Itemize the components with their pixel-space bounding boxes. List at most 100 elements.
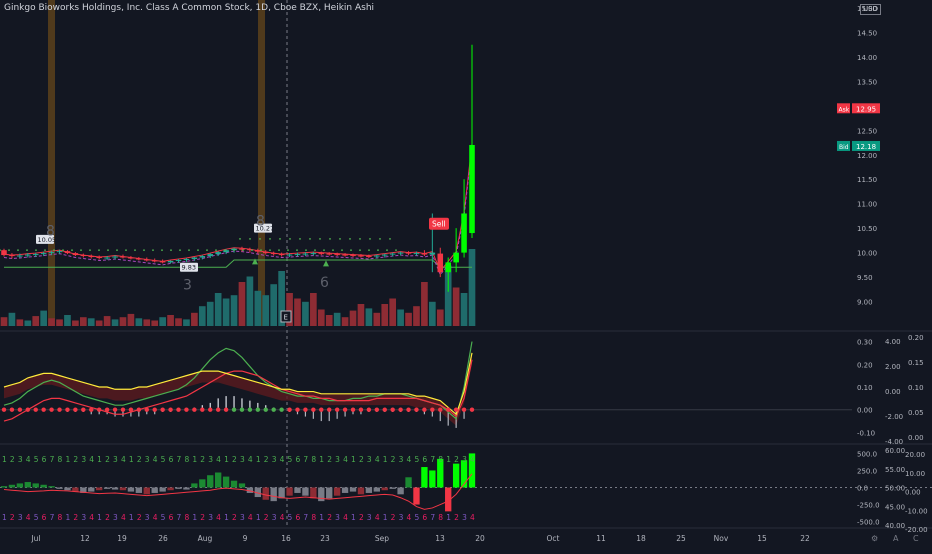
- volume-bar: [381, 304, 389, 326]
- momentum-bar: [48, 486, 55, 488]
- level-dot: [17, 249, 19, 252]
- momentum-count-top: 1: [129, 455, 134, 464]
- momentum-count-top: 1: [446, 455, 451, 464]
- momentum-count-top: 3: [367, 455, 372, 464]
- level-dot: [269, 238, 271, 240]
- level-dot: [62, 249, 64, 252]
- oscillator-dot: [422, 407, 427, 412]
- chart-root: 9.00 9.50 10.00 10.50 11.00 11.50 12.00 12.50 13…: [0, 0, 932, 550]
- momentum-bar: [238, 483, 246, 488]
- currency-badge[interactable]: USD: [860, 4, 881, 15]
- momentum-count-top: 2: [73, 455, 78, 464]
- settings-icon[interactable]: ⚙: [871, 534, 878, 543]
- oscillator-dot: [120, 407, 126, 412]
- level-dot: [296, 249, 298, 252]
- oscillator-tick-label-right: 0.00: [885, 388, 901, 396]
- momentum-bar: [429, 470, 436, 488]
- candle-body: [445, 262, 451, 273]
- momentum-count-bottom: 3: [240, 513, 245, 522]
- auto-scale-icon[interactable]: A: [893, 534, 898, 543]
- momentum-bar: [270, 487, 277, 502]
- oscillator-dot: [144, 407, 149, 412]
- momentum-tick-label-right: 55.00: [885, 466, 905, 474]
- momentum-count-bottom: 1: [129, 513, 134, 522]
- oscillator-dot: [327, 407, 332, 412]
- oscillator-tick-label-far-right: 0.10: [908, 384, 924, 392]
- momentum-count-bottom: 2: [10, 513, 15, 522]
- momentum-count-bottom: 3: [462, 513, 467, 522]
- momentum-bar: [32, 483, 39, 488]
- volume-bar: [143, 319, 151, 326]
- volume-bar: [56, 319, 63, 326]
- momentum-count-bottom: 1: [2, 513, 7, 522]
- momentum-count-top: 3: [462, 455, 467, 464]
- momentum-count-top: 2: [105, 455, 110, 464]
- price-tick-label: 14.00: [857, 54, 877, 62]
- oscillator-dot: [215, 407, 221, 412]
- momentum-bar: [151, 487, 158, 493]
- volume-bar: [16, 319, 24, 326]
- momentum-count-top: 2: [232, 455, 237, 464]
- time-axis-label: 18: [636, 534, 646, 543]
- ask-value: 12.95: [856, 105, 876, 113]
- volume-bar: [159, 317, 166, 326]
- momentum-bar: [413, 487, 420, 505]
- momentum-bar: [127, 487, 135, 492]
- level-dot: [289, 238, 291, 240]
- level-dot: [89, 249, 91, 252]
- momentum-bar: [310, 487, 317, 499]
- oscillator-dot: [271, 407, 276, 412]
- candle-body: [191, 257, 198, 259]
- level-dot: [215, 249, 217, 252]
- momentum-count-bottom: 2: [105, 513, 110, 522]
- count-label: 3: [183, 277, 192, 293]
- candle-body: [358, 255, 364, 257]
- momentum-count-top: 8: [58, 455, 63, 464]
- candle-body: [167, 260, 174, 263]
- level-dot: [359, 249, 361, 252]
- momentum-count-top: 1: [319, 455, 324, 464]
- volume-bar: [436, 309, 444, 326]
- oscillator-tick-label: 0.10: [857, 384, 873, 392]
- oscillator-cloud: [4, 352, 472, 426]
- momentum-count-bottom: 4: [89, 513, 94, 522]
- volume-bar: [206, 301, 214, 326]
- oscillator-tick-label: 0.30: [857, 339, 873, 347]
- momentum-bar: [191, 483, 198, 488]
- momentum-bar: [421, 467, 428, 488]
- level-dot: [71, 249, 73, 252]
- oscillator-dot: [406, 407, 411, 412]
- momentum-count-top: 6: [169, 455, 174, 464]
- momentum-bar: [222, 476, 230, 488]
- momentum-count-top: 3: [399, 455, 404, 464]
- momentum-count-bottom: 5: [414, 513, 419, 522]
- momentum-count-bottom: 1: [351, 513, 356, 522]
- volume-bar: [413, 306, 420, 326]
- momentum-bar: [302, 487, 309, 496]
- time-axis-label: 11: [596, 534, 606, 543]
- volume-bar: [238, 282, 246, 326]
- oscillator-dot: [374, 407, 380, 412]
- volume-bar: [183, 319, 190, 326]
- momentum-count-bottom: 2: [232, 513, 237, 522]
- momentum-count-bottom: 8: [311, 513, 316, 522]
- oscillator-dot: [17, 407, 23, 412]
- oscillator-dot: [168, 407, 173, 412]
- volume-bar: [294, 298, 301, 326]
- momentum-bar: [16, 483, 24, 488]
- signal-line: [3, 147, 473, 276]
- candle-body: [405, 252, 412, 254]
- momentum-count-bottom: 2: [391, 513, 396, 522]
- log-scale-icon[interactable]: C: [913, 534, 919, 543]
- momentum-count-top: 4: [153, 455, 158, 464]
- level-dot: [332, 249, 334, 252]
- momentum-count-bottom: 6: [295, 513, 300, 522]
- price-tick-label: 14.50: [857, 29, 877, 37]
- volume-bar: [151, 320, 159, 326]
- momentum-bar: [207, 475, 214, 488]
- level-dot: [389, 238, 391, 240]
- candle-body: [40, 253, 47, 255]
- momentum-bar: [397, 487, 404, 495]
- level-dot: [349, 238, 351, 240]
- momentum-count-bottom: 3: [272, 513, 277, 522]
